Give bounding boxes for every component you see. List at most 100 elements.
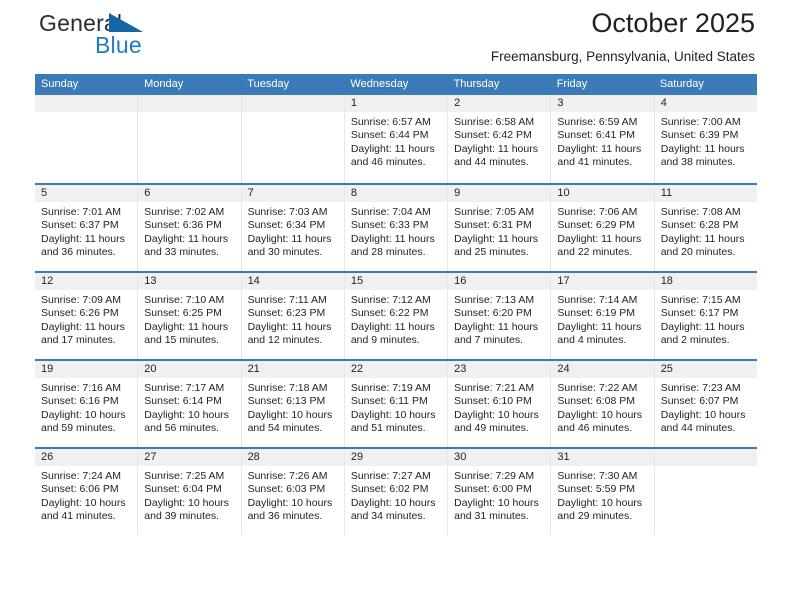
daylight-duration-line1: Daylight: 10 hours <box>454 408 539 421</box>
calendar-day-cell[interactable]: 28 Sunrise: 7:26 AM Sunset: 6:03 PM Dayligh… <box>241 449 345 535</box>
day-sun-info: Sunrise: 7:17 AM Sunset: 6:14 PM Daylight:… <box>138 378 240 436</box>
day-sun-info: Sunrise: 7:03 AM Sunset: 6:34 PM Daylight:… <box>242 202 344 260</box>
sunrise-time: Sunrise: 7:01 AM <box>41 206 121 218</box>
calendar-day-cell[interactable]: 20 Sunrise: 7:17 AM Sunset: 6:14 PM Dayligh… <box>138 361 242 447</box>
daylight-duration-line1: Daylight: 11 hours <box>350 320 435 333</box>
sunrise-time: Sunrise: 7:10 AM <box>144 294 225 306</box>
calendar-day-cell[interactable]: 8 Sunrise: 7:04 AM Sunset: 6:33 PM Daylight… <box>344 185 449 271</box>
sunrise-time: Sunrise: 7:29 AM <box>454 470 535 482</box>
day-number <box>138 95 241 112</box>
calendar-day-cell[interactable]: 15 Sunrise: 7:12 AM Sunset: 6:22 PM Dayligh… <box>344 273 449 359</box>
calendar-day-cell[interactable]: 9 Sunrise: 7:05 AM Sunset: 6:31 PM Daylight… <box>448 185 552 271</box>
daylight-duration-line1: Daylight: 10 hours <box>557 408 643 421</box>
daylight-duration-line2: and 20 minutes. <box>660 246 736 259</box>
calendar-day-cell[interactable]: 12 Sunrise: 7:09 AM Sunset: 6:26 PM Dayligh… <box>35 273 139 359</box>
calendar-day-cell[interactable]: 30 Sunrise: 7:29 AM Sunset: 6:00 PM Dayligh… <box>448 449 552 535</box>
calendar-day-cell[interactable]: 31 Sunrise: 7:30 AM Sunset: 5:59 PM Dayligh… <box>551 449 655 535</box>
calendar-day-cell[interactable]: 21 Sunrise: 7:18 AM Sunset: 6:13 PM Dayligh… <box>241 361 345 447</box>
sunrise-time: Sunrise: 7:15 AM <box>660 294 741 306</box>
sunset-time: Sunset: 6:03 PM <box>247 483 326 496</box>
calendar-day-cell[interactable]: 11 Sunrise: 7:08 AM Sunset: 6:28 PM Dayligh… <box>654 185 757 271</box>
sunrise-time: Sunrise: 7:09 AM <box>41 294 121 306</box>
day-sun-info: Sunrise: 7:14 AM Sunset: 6:19 PM Daylight:… <box>551 290 653 348</box>
daylight-duration-line2: and 34 minutes. <box>350 510 426 523</box>
calendar-day-cell[interactable]: 27 Sunrise: 7:25 AM Sunset: 6:04 PM Dayligh… <box>138 449 242 535</box>
daylight-duration-line2: and 44 minutes. <box>660 422 736 435</box>
general-blue-logo[interactable]: General Blue <box>39 10 219 66</box>
calendar-day-cell[interactable]: 23 Sunrise: 7:21 AM Sunset: 6:10 PM Dayligh… <box>448 361 552 447</box>
sunset-time: Sunset: 6:23 PM <box>247 307 326 320</box>
sunset-time: Sunset: 6:04 PM <box>144 483 222 496</box>
daylight-duration-line2: and 54 minutes. <box>247 422 323 435</box>
calendar-week-row: 1 Sunrise: 6:57 AM Sunset: 6:44 PM Daylight… <box>35 95 757 183</box>
sunrise-time: Sunrise: 7:04 AM <box>350 206 431 218</box>
daylight-duration-line2: and 41 minutes. <box>557 156 633 169</box>
calendar-day-cell[interactable]: 10 Sunrise: 7:06 AM Sunset: 6:29 PM Dayligh… <box>551 185 655 271</box>
calendar-day-cell[interactable]: 3 Sunrise: 6:59 AM Sunset: 6:41 PM Daylight… <box>551 95 655 183</box>
sunrise-time: Sunrise: 7:13 AM <box>454 294 535 306</box>
day-sun-info: Sunrise: 7:19 AM Sunset: 6:11 PM Daylight:… <box>345 378 447 436</box>
day-sun-info: Sunrise: 6:58 AM Sunset: 6:42 PM Daylight:… <box>448 112 550 170</box>
calendar-day-cell[interactable]: 7 Sunrise: 7:03 AM Sunset: 6:34 PM Daylight… <box>241 185 345 271</box>
daylight-duration-line1: Daylight: 11 hours <box>144 320 229 333</box>
calendar-day-cell[interactable]: 25 Sunrise: 7:23 AM Sunset: 6:07 PM Dayligh… <box>654 361 757 447</box>
day-sun-info: Sunrise: 7:01 AM Sunset: 6:37 PM Daylight:… <box>35 202 137 260</box>
calendar-day-cell[interactable]: 17 Sunrise: 7:14 AM Sunset: 6:19 PM Dayligh… <box>551 273 655 359</box>
day-sun-info: Sunrise: 7:18 AM Sunset: 6:13 PM Daylight:… <box>242 378 344 436</box>
sunset-time: Sunset: 6:17 PM <box>660 307 739 320</box>
calendar-day-cell[interactable]: 29 Sunrise: 7:27 AM Sunset: 6:02 PM Dayligh… <box>344 449 449 535</box>
daylight-duration-line1: Daylight: 11 hours <box>557 320 642 333</box>
page-header: General Blue October 2025 Freemansburg, … <box>35 0 757 74</box>
sunset-time: Sunset: 6:11 PM <box>350 395 428 408</box>
calendar-day-cell[interactable]: 2 Sunrise: 6:58 AM Sunset: 6:42 PM Daylight… <box>448 95 552 183</box>
calendar-day-cell[interactable]: 16 Sunrise: 7:13 AM Sunset: 6:20 PM Dayligh… <box>448 273 552 359</box>
day-number: 5 <box>35 185 138 202</box>
sunrise-time: Sunrise: 7:26 AM <box>247 470 328 482</box>
calendar-week-row: 5 Sunrise: 7:01 AM Sunset: 6:37 PM Daylight… <box>35 183 757 271</box>
daylight-duration-line1: Daylight: 10 hours <box>144 496 229 509</box>
day-sun-info: Sunrise: 7:05 AM Sunset: 6:31 PM Daylight:… <box>448 202 550 260</box>
sunrise-time: Sunrise: 7:17 AM <box>144 382 225 394</box>
sunset-time: Sunset: 6:00 PM <box>454 483 532 496</box>
day-number: 19 <box>35 361 138 378</box>
calendar-day-cell[interactable]: 22 Sunrise: 7:19 AM Sunset: 6:11 PM Dayligh… <box>344 361 449 447</box>
weekday-header-wednesday: Wednesday <box>350 78 409 90</box>
daylight-duration-line1: Daylight: 10 hours <box>350 408 436 421</box>
daylight-duration-line2: and 46 minutes. <box>350 156 426 169</box>
day-number: 10 <box>551 185 654 202</box>
daylight-duration-line2: and 29 minutes. <box>557 510 633 523</box>
day-sun-info: Sunrise: 7:06 AM Sunset: 6:29 PM Daylight:… <box>551 202 653 260</box>
logo-text-blue: Blue <box>95 32 142 58</box>
calendar-day-cell[interactable]: 4 Sunrise: 7:00 AM Sunset: 6:39 PM Daylight… <box>654 95 757 183</box>
calendar-day-cell[interactable]: 5 Sunrise: 7:01 AM Sunset: 6:37 PM Daylight… <box>35 185 139 271</box>
sunset-time: Sunset: 6:25 PM <box>144 307 222 320</box>
calendar-day-cell[interactable]: 1 Sunrise: 6:57 AM Sunset: 6:44 PM Daylight… <box>344 95 449 183</box>
day-number: 25 <box>654 361 757 378</box>
calendar-day-cell[interactable]: 24 Sunrise: 7:22 AM Sunset: 6:08 PM Dayligh… <box>551 361 655 447</box>
day-number: 15 <box>344 273 448 290</box>
daylight-duration-line2: and 15 minutes. <box>144 334 219 347</box>
sunset-time: Sunset: 6:26 PM <box>41 307 119 320</box>
day-number: 9 <box>448 185 551 202</box>
sunset-time: Sunset: 6:34 PM <box>247 219 326 232</box>
calendar-day-cell[interactable]: 6 Sunrise: 7:02 AM Sunset: 6:36 PM Daylight… <box>138 185 242 271</box>
day-number: 28 <box>241 449 344 466</box>
day-sun-info: Sunrise: 7:16 AM Sunset: 6:16 PM Daylight:… <box>35 378 137 436</box>
daylight-duration-line2: and 36 minutes. <box>41 246 116 259</box>
day-number: 18 <box>654 273 757 290</box>
calendar-day-cell[interactable]: 19 Sunrise: 7:16 AM Sunset: 6:16 PM Dayligh… <box>35 361 139 447</box>
day-number <box>35 95 138 112</box>
calendar-day-cell[interactable]: 26 Sunrise: 7:24 AM Sunset: 6:06 PM Dayligh… <box>35 449 139 535</box>
day-number: 26 <box>35 449 138 466</box>
calendar-week-row: 19 Sunrise: 7:16 AM Sunset: 6:16 PM Dayligh… <box>35 359 757 447</box>
calendar-day-cell-empty <box>654 449 757 535</box>
calendar-day-cell[interactable]: 14 Sunrise: 7:11 AM Sunset: 6:23 PM Dayligh… <box>241 273 345 359</box>
calendar-day-cell[interactable]: 18 Sunrise: 7:15 AM Sunset: 6:17 PM Dayligh… <box>654 273 757 359</box>
daylight-duration-line2: and 25 minutes. <box>454 246 529 259</box>
day-sun-info: Sunrise: 7:09 AM Sunset: 6:26 PM Daylight:… <box>35 290 137 348</box>
title-block: October 2025 Freemansburg, Pennsylvania,… <box>491 0 755 66</box>
sunset-time: Sunset: 6:44 PM <box>350 129 429 142</box>
calendar-day-cell[interactable]: 13 Sunrise: 7:10 AM Sunset: 6:25 PM Dayligh… <box>138 273 242 359</box>
day-sun-info: Sunrise: 7:26 AM Sunset: 6:03 PM Daylight:… <box>242 466 344 524</box>
day-sun-info: Sunrise: 7:21 AM Sunset: 6:10 PM Daylight:… <box>448 378 550 436</box>
